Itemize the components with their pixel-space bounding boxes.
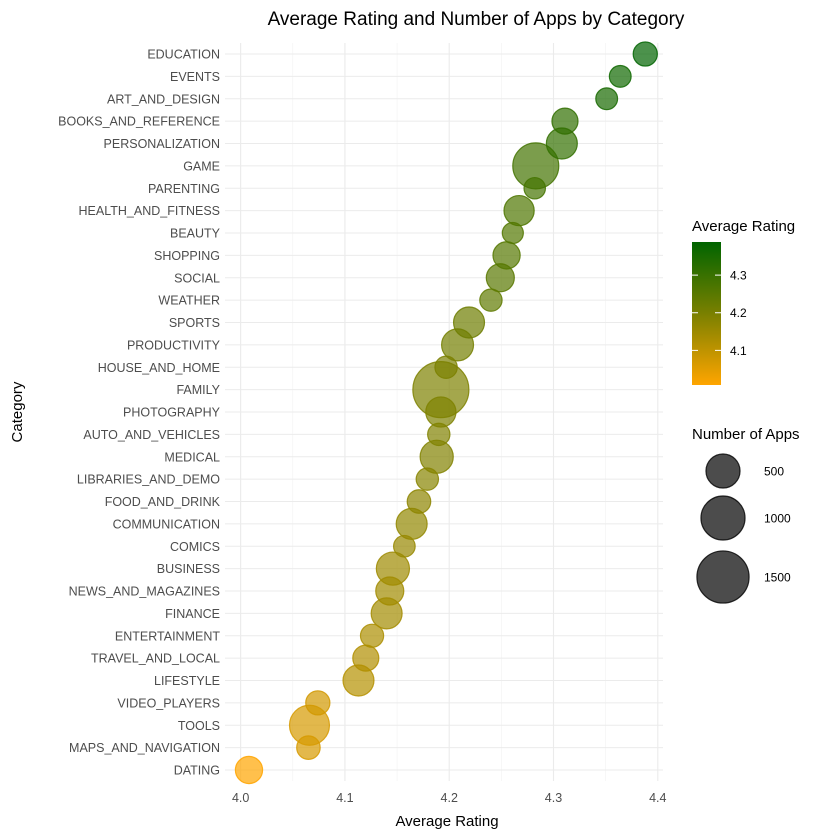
- size-legend-key: [696, 550, 750, 604]
- y-tick-label: ART_AND_DESIGN: [107, 92, 220, 106]
- data-point: [352, 644, 380, 672]
- size-legend-title: Number of Apps: [692, 426, 800, 443]
- y-tick-label: TRAVEL_AND_LOCAL: [91, 652, 220, 666]
- y-tick-label: DATING: [174, 764, 220, 778]
- size-legend-items: 500 1000 1500: [696, 453, 791, 604]
- data-point: [427, 422, 451, 447]
- data-point: [595, 87, 619, 111]
- color-legend: Average Rating 4.1 4.2 4.3: [692, 218, 795, 385]
- size-legend-label: 1500: [764, 571, 791, 585]
- y-tick-label: FINANCE: [165, 607, 220, 621]
- colorbar-tick-label: 4.2: [730, 306, 747, 320]
- y-tick-label: EDUCATION: [147, 48, 220, 62]
- x-axis-title: Average Rating: [395, 813, 498, 830]
- x-tick-label: 4.4: [649, 791, 666, 805]
- size-legend: Number of Apps 500 1000 1500: [692, 426, 800, 604]
- plot-panel: [225, 41, 663, 785]
- y-tick-label: PERSONALIZATION: [104, 137, 220, 151]
- data-point: [608, 64, 632, 88]
- data-point: [392, 534, 416, 558]
- colorbar-tick-label: 4.1: [730, 344, 747, 358]
- data-point: [632, 41, 658, 67]
- data-point: [479, 288, 503, 312]
- data-point: [523, 176, 547, 200]
- chart-title: Average Rating and Number of Apps by Cat…: [268, 9, 685, 30]
- y-tick-label: GAME: [183, 159, 220, 173]
- y-tick-label: BUSINESS: [157, 562, 220, 576]
- data-point: [492, 241, 521, 270]
- data-point: [503, 194, 535, 227]
- y-tick-label: TOOLS: [178, 719, 220, 733]
- y-tick-label: PHOTOGRAPHY: [123, 406, 221, 420]
- data-point: [551, 107, 579, 135]
- y-tick-label: SOCIAL: [174, 271, 220, 285]
- y-tick-label: HEALTH_AND_FITNESS: [79, 204, 220, 218]
- y-tick-label: FAMILY: [176, 383, 220, 397]
- x-tick-label: 4.1: [336, 791, 353, 805]
- y-tick-label: AUTO_AND_VEHICLES: [83, 428, 220, 442]
- y-axis-tick-labels: EDUCATION EVENTS ART_AND_DESIGN BOOKS_AND_R…: [58, 48, 221, 778]
- x-tick-label: 4.3: [545, 791, 562, 805]
- size-legend-label: 500: [764, 465, 784, 479]
- y-tick-label: MEDICAL: [164, 450, 220, 464]
- y-tick-label: FOOD_AND_DRINK: [105, 495, 221, 509]
- y-tick-label: COMICS: [170, 540, 220, 554]
- bubble-chart: Average Rating and Number of Apps by Cat…: [9, 9, 800, 830]
- y-tick-label: SHOPPING: [154, 249, 220, 263]
- x-axis-tick-labels: 4.0 4.1 4.2 4.3 4.4: [232, 791, 667, 805]
- data-point: [305, 690, 331, 716]
- y-tick-label: PARENTING: [148, 182, 220, 196]
- color-legend-title: Average Rating: [692, 218, 795, 235]
- y-tick-label: SPORTS: [169, 316, 220, 330]
- y-tick-label: WEATHER: [158, 294, 220, 308]
- colorbar: [692, 242, 721, 385]
- colorbar-tick-label: 4.3: [730, 269, 747, 283]
- size-legend-key: [700, 495, 746, 541]
- y-tick-label: EVENTS: [170, 70, 220, 84]
- data-point: [375, 576, 405, 606]
- y-tick-label: ENTERTAINMENT: [115, 629, 220, 643]
- y-tick-label: BOOKS_AND_REFERENCE: [58, 115, 220, 129]
- size-legend-key: [705, 453, 741, 489]
- y-axis-title: Category: [9, 381, 26, 442]
- x-tick-label: 4.0: [232, 791, 249, 805]
- data-point: [296, 735, 321, 760]
- y-tick-label: NEWS_AND_MAGAZINES: [69, 585, 220, 599]
- y-tick-label: MAPS_AND_NAVIGATION: [69, 741, 220, 755]
- data-point: [406, 489, 432, 514]
- data-point: [234, 755, 264, 785]
- data-point: [452, 306, 486, 339]
- y-tick-label: BEAUTY: [170, 227, 221, 241]
- y-tick-label: LIFESTYLE: [154, 674, 220, 688]
- data-points: [234, 41, 658, 785]
- y-tick-label: VIDEO_PLAYERS: [117, 696, 220, 710]
- size-legend-label: 1000: [764, 512, 791, 526]
- y-tick-label: HOUSE_AND_HOME: [98, 361, 220, 375]
- data-point: [434, 355, 458, 379]
- data-point: [415, 467, 440, 491]
- data-point: [359, 623, 385, 648]
- y-tick-label: LIBRARIES_AND_DEMO: [77, 473, 220, 487]
- data-point: [425, 396, 457, 428]
- data-point: [501, 221, 524, 245]
- x-tick-label: 4.2: [441, 791, 458, 805]
- y-tick-label: PRODUCTIVITY: [127, 338, 221, 352]
- y-tick-label: COMMUNICATION: [113, 517, 220, 531]
